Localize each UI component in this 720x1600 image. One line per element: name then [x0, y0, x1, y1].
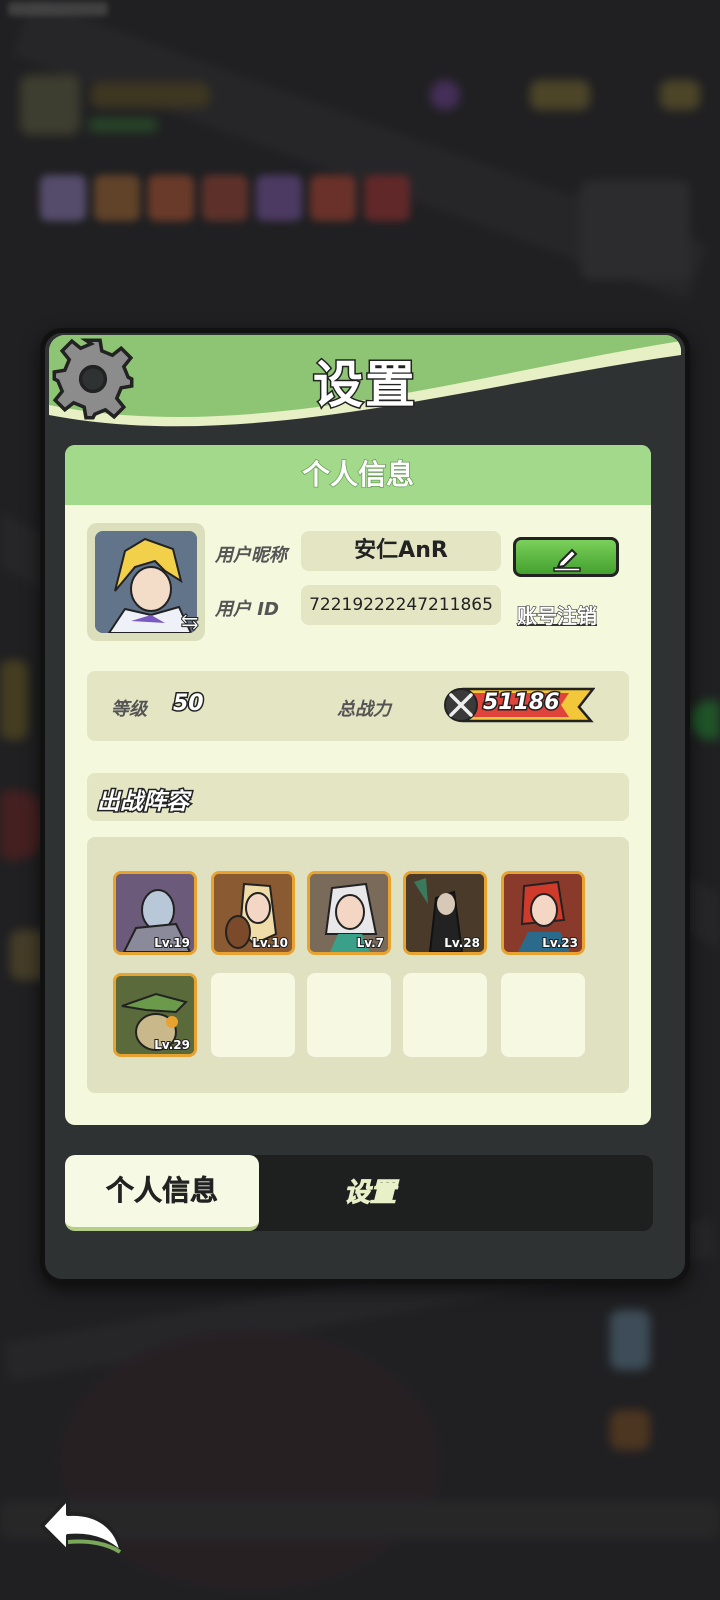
- swap-icon[interactable]: ⇆: [180, 610, 199, 636]
- avatar-frame[interactable]: ⇆: [87, 523, 205, 641]
- power-value: 51186: [482, 689, 562, 717]
- nickname-label: 用户昵称: [215, 545, 287, 566]
- empty-slot[interactable]: [403, 973, 487, 1057]
- panel-title: 设置: [312, 355, 417, 416]
- hero-level: Lv.19: [153, 935, 191, 951]
- hero-slot-1[interactable]: Lv.19: [113, 871, 197, 955]
- empty-slot[interactable]: [307, 973, 391, 1057]
- status-bar: [8, 2, 108, 16]
- level-value: 50: [172, 690, 206, 718]
- hero-level: Lv.23: [541, 935, 579, 951]
- edit-nickname-button[interactable]: [513, 537, 619, 577]
- hero-slot-2[interactable]: Lv.10: [211, 871, 295, 955]
- empty-slot[interactable]: [501, 973, 585, 1057]
- card-title: 个人信息: [65, 445, 651, 505]
- tab-profile[interactable]: 个人信息: [65, 1155, 259, 1231]
- level-label: 等级: [111, 699, 147, 720]
- empty-slot[interactable]: [211, 973, 295, 1057]
- tab-settings[interactable]: 设置: [305, 1155, 435, 1231]
- hero-slot-6[interactable]: Lv.29: [113, 973, 197, 1057]
- profile-card: 个人信息 ⇆ 用户昵称 安仁AnR 用户 ID 7221922224721186…: [65, 445, 651, 1125]
- settings-panel: 设置 个人信息 ⇆ 用户昵称 安仁AnR 用户 ID 7221922224721…: [40, 328, 690, 1284]
- hero-level: Lv.28: [443, 935, 481, 951]
- stats-bar: 等级 50 总战力 51186: [87, 671, 629, 741]
- back-arrow-icon[interactable]: [38, 1490, 128, 1560]
- user-id-label: 用户 ID: [215, 599, 279, 620]
- power-badge: 51186: [443, 685, 596, 725]
- hero-slot-4[interactable]: Lv.28: [403, 871, 487, 955]
- team-slots: Lv.19 Lv.10 Lv.7 Lv.28 Lv.23 Lv.29: [87, 837, 629, 1093]
- tab-bar: 个人信息 设置: [65, 1155, 653, 1231]
- power-label: 总战力: [337, 699, 391, 720]
- team-title: 出战阵容: [96, 788, 191, 817]
- hero-level: Lv.7: [356, 935, 385, 951]
- hero-slot-5[interactable]: Lv.23: [501, 871, 585, 955]
- hero-level: Lv.10: [251, 935, 289, 951]
- cancel-account-link[interactable]: 账号注销: [516, 600, 597, 629]
- user-id-field: 72219222247211865: [301, 585, 501, 625]
- nickname-field: 安仁AnR: [301, 531, 501, 571]
- panel-header: 设置: [49, 335, 681, 427]
- team-header: 出战阵容: [87, 773, 629, 821]
- hero-slot-3[interactable]: Lv.7: [307, 871, 391, 955]
- pencil-icon: [553, 548, 581, 572]
- hero-level: Lv.29: [153, 1037, 191, 1053]
